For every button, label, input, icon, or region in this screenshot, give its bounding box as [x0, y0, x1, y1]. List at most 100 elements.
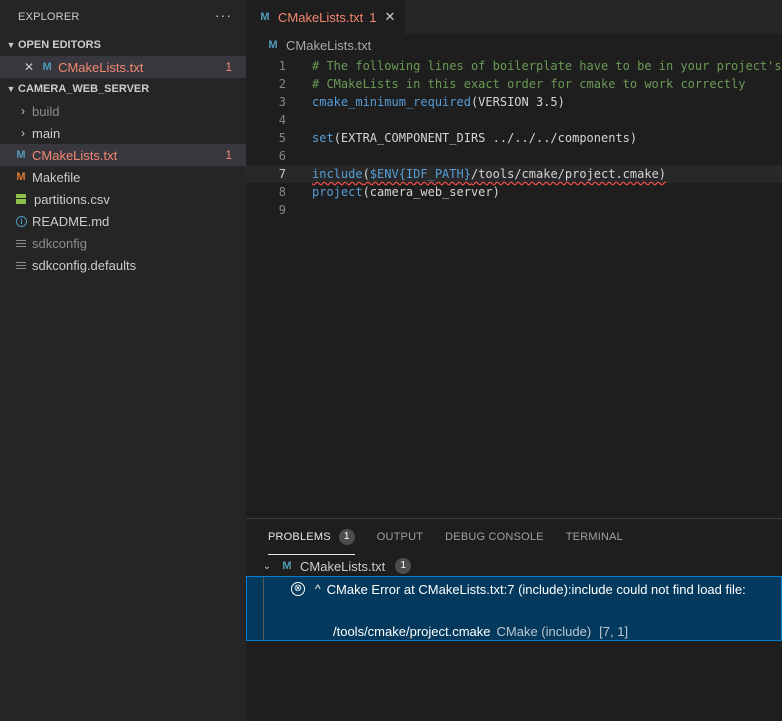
- code-editor[interactable]: 1 # The following lines of boilerplate h…: [246, 57, 782, 219]
- tree-item-partitions[interactable]: partitions.csv: [0, 188, 246, 210]
- error-icon: ⊗: [291, 582, 305, 596]
- line-number: 9: [278, 203, 286, 217]
- problems-count-badge: 1: [338, 528, 355, 545]
- tab-label: TERMINAL: [565, 531, 623, 543]
- explorer-sidebar: EXPLORER ··· ▼ OPEN EDITORS ✕ M CMakeLis…: [0, 0, 246, 721]
- tree-indent-guide: [263, 577, 264, 640]
- code-variable: $ENV{IDF_PATH}: [369, 167, 471, 181]
- code-function: project: [312, 185, 363, 199]
- bottom-panel: PROBLEMS 1 OUTPUT DEBUG CONSOLE TERMINAL…: [246, 518, 782, 721]
- tab-bar: M CMakeLists.txt 1 ✕: [246, 0, 782, 34]
- code-args: (camera_web_server): [362, 185, 500, 199]
- code-line: 4: [246, 111, 782, 129]
- explorer-header: EXPLORER ···: [0, 0, 246, 34]
- code-text: cmake_minimum_required(VERSION 3.5): [312, 93, 565, 111]
- file-label: Makefile: [32, 169, 81, 185]
- file-label: CMakeLists.txt: [32, 147, 118, 163]
- chevron-down-icon: ▼: [6, 40, 16, 50]
- tab-debug-console[interactable]: DEBUG CONSOLE: [445, 519, 544, 555]
- error-message: CMake Error at CMakeLists.txt:7 (include…: [326, 581, 746, 597]
- problem-file-row[interactable]: ⌄ M CMakeLists.txt 1: [246, 555, 782, 577]
- problem-file-count: 1: [395, 558, 412, 574]
- makefile-icon: M: [16, 171, 26, 183]
- problem-count: 1: [225, 148, 232, 162]
- open-editors-label: OPEN EDITORS: [18, 39, 101, 51]
- text-file-icon: [16, 238, 26, 249]
- code-function: set: [312, 131, 334, 145]
- chevron-down-icon: ▼: [6, 84, 16, 94]
- problem-file-label: CMakeLists.txt: [300, 558, 386, 574]
- code-line: 8 project(camera_web_server): [246, 183, 782, 201]
- error-detail-row: /tools/cmake/project.cmake CMake (includ…: [333, 622, 628, 640]
- file-label: sdkconfig.defaults: [32, 257, 137, 273]
- line-number: 2: [278, 77, 286, 91]
- open-editor-label: CMakeLists.txt: [58, 59, 144, 75]
- line-number: 5: [278, 131, 286, 145]
- file-label: partitions.csv: [34, 191, 110, 207]
- error-summary: ⊗ ^ CMake Error at CMakeLists.txt:7 (inc…: [291, 580, 746, 598]
- code-line: 9: [246, 201, 782, 219]
- error-source: CMake (include): [496, 623, 592, 639]
- error-detail: /tools/cmake/project.cmake: [333, 623, 491, 639]
- collapse-caret-icon[interactable]: ^: [315, 582, 321, 596]
- breadcrumb-file[interactable]: CMakeLists.txt: [286, 38, 371, 53]
- code-text-error: include($ENV{IDF_PATH}/tools/cmake/proje…: [312, 165, 666, 183]
- code-line: 6: [246, 147, 782, 165]
- cmake-file-icon: M: [42, 61, 52, 73]
- code-function: include: [312, 167, 363, 181]
- code-args: /tools/cmake/project.cmake): [470, 167, 667, 181]
- problem-item-selected[interactable]: ⊗ ^ CMake Error at CMakeLists.txt:7 (inc…: [246, 576, 782, 641]
- project-section[interactable]: ▼ CAMERA_WEB_SERVER: [0, 78, 246, 100]
- cmake-file-icon: M: [282, 560, 292, 572]
- chevron-right-icon: ›: [21, 104, 25, 118]
- code-comment: # The following lines of boilerplate hav…: [312, 59, 782, 73]
- tab-terminal[interactable]: TERMINAL: [566, 519, 623, 555]
- tree-item-main[interactable]: › main: [0, 122, 246, 144]
- close-icon[interactable]: ✕: [24, 60, 34, 74]
- tree-item-sdkconfig[interactable]: sdkconfig: [0, 232, 246, 254]
- code-line-current: 7 include($ENV{IDF_PATH}/tools/cmake/pro…: [246, 165, 782, 183]
- panel-tabs: PROBLEMS 1 OUTPUT DEBUG CONSOLE TERMINAL: [246, 519, 782, 555]
- open-editors-section[interactable]: ▼ OPEN EDITORS: [0, 34, 246, 56]
- line-number: 1: [278, 59, 286, 73]
- tree-item-build[interactable]: › build: [0, 100, 246, 122]
- project-label: CAMERA_WEB_SERVER: [18, 83, 150, 95]
- cmake-file-icon: M: [268, 39, 278, 51]
- code-function: cmake_minimum_required: [312, 95, 471, 109]
- breadcrumb[interactable]: M CMakeLists.txt: [246, 34, 782, 56]
- tab-label: OUTPUT: [376, 531, 424, 543]
- close-icon[interactable]: ✕: [384, 9, 395, 25]
- code-line: 1 # The following lines of boilerplate h…: [246, 57, 782, 75]
- tab-label: DEBUG CONSOLE: [445, 531, 544, 543]
- editor-area: M CMakeLists.txt 1 ✕ M CMakeLists.txt 1 …: [246, 0, 782, 518]
- open-editor-item[interactable]: ✕ M CMakeLists.txt 1: [0, 56, 246, 78]
- tree-item-makefile[interactable]: M Makefile: [0, 166, 246, 188]
- chevron-right-icon: ›: [21, 126, 25, 140]
- tree-item-cmakelists[interactable]: M CMakeLists.txt 1: [0, 144, 246, 166]
- problem-count: 1: [225, 60, 232, 74]
- tab-cmakelists[interactable]: M CMakeLists.txt 1 ✕: [246, 0, 406, 34]
- code-line: 2 # CMakeLists in this exact order for c…: [246, 75, 782, 93]
- code-comment: # CMakeLists in this exact order for cma…: [312, 77, 746, 91]
- text-file-icon: [16, 260, 26, 271]
- tab-label: CMakeLists.txt: [278, 9, 364, 25]
- line-number: 4: [278, 113, 286, 127]
- code-text: project(camera_web_server): [312, 183, 500, 201]
- folder-label: build: [32, 103, 60, 119]
- folder-label: main: [32, 125, 61, 141]
- code-args: (VERSION 3.5): [470, 95, 565, 109]
- error-location: [7, 1]: [599, 623, 629, 639]
- tree-item-readme[interactable]: i README.md: [0, 210, 246, 232]
- code-text: set(EXTRA_COMPONENT_DIRS ../../../compon…: [312, 129, 637, 147]
- more-actions-icon[interactable]: ···: [215, 7, 232, 23]
- tab-problems[interactable]: PROBLEMS 1: [268, 519, 355, 555]
- chevron-down-icon: ⌄: [262, 560, 272, 572]
- file-label: sdkconfig: [32, 235, 87, 251]
- tab-output[interactable]: OUTPUT: [377, 519, 423, 555]
- line-number: 3: [278, 95, 286, 109]
- code-args: (EXTRA_COMPONENT_DIRS ../../../component…: [333, 131, 638, 145]
- line-number: 8: [278, 185, 286, 199]
- explorer-title: EXPLORER: [18, 11, 80, 23]
- tree-item-sdkconfig-defaults[interactable]: sdkconfig.defaults: [0, 254, 246, 276]
- code-line: 5 set(EXTRA_COMPONENT_DIRS ../../../comp…: [246, 129, 782, 147]
